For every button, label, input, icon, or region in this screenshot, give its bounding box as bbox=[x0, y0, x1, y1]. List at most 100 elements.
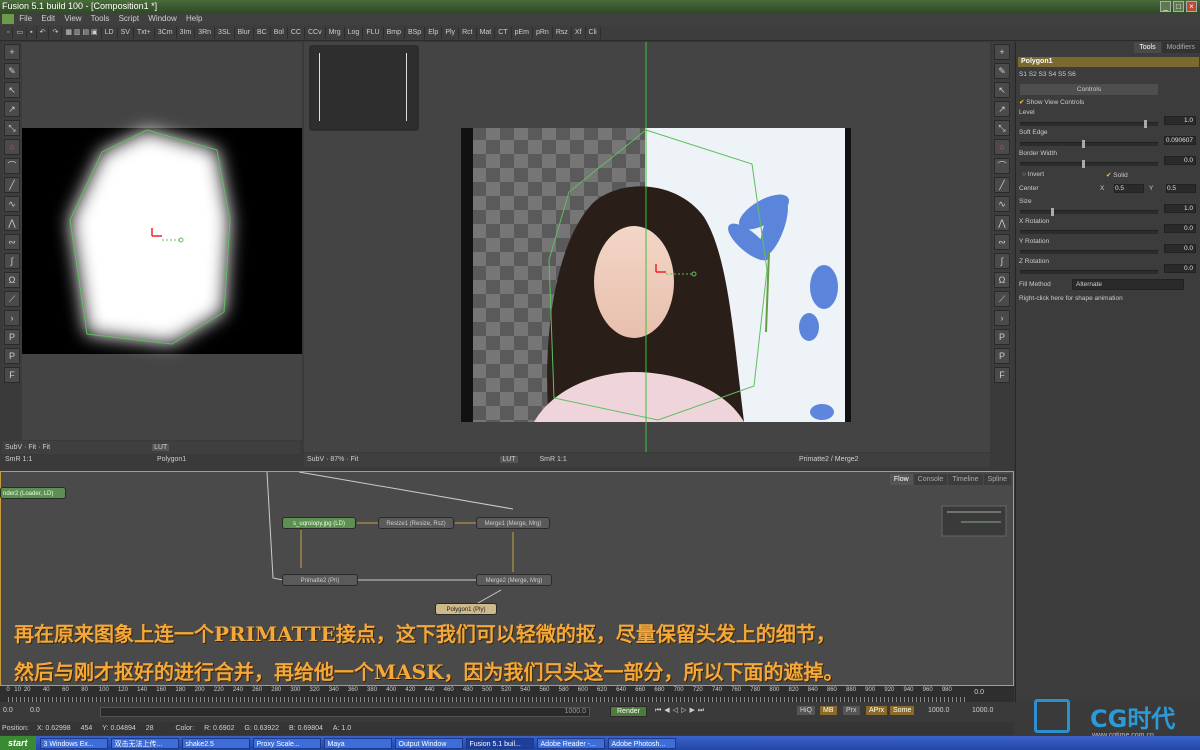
current-time[interactable]: 0.0 bbox=[30, 707, 40, 714]
menu-help[interactable]: Help bbox=[186, 14, 202, 23]
curve-icon[interactable]: ⌒ bbox=[4, 158, 20, 174]
zigzag-icon[interactable]: ⋀ bbox=[4, 215, 20, 231]
controls-tab[interactable]: Controls bbox=[1020, 84, 1158, 95]
tool-name-header[interactable]: Polygon1 bbox=[1018, 57, 1199, 67]
hiq-button[interactable]: HiQ bbox=[797, 706, 816, 715]
prx-button[interactable]: Prx bbox=[843, 706, 860, 715]
close-button[interactable]: × bbox=[1186, 1, 1197, 12]
taskbar-item[interactable]: Maya bbox=[323, 737, 392, 749]
toolbar-button-3im[interactable]: 3Im bbox=[177, 26, 196, 39]
knife-icon[interactable]: ⟋ bbox=[4, 291, 20, 307]
layout-icon[interactable]: ▦ ▥ ▤ ▣ bbox=[62, 26, 102, 39]
frame-ruler[interactable]: 0 10 20 40 60 80 100 120 140 160 180 200 220 240 260 28… bbox=[6, 686, 966, 702]
start-time[interactable]: 0.0 bbox=[3, 707, 13, 714]
toolbar-button-3sl[interactable]: 3SL bbox=[215, 26, 235, 39]
tab-tools[interactable]: Tools bbox=[1134, 42, 1161, 53]
bezier-icon[interactable]: ∫ bbox=[4, 253, 20, 269]
line-icon[interactable]: ╱ bbox=[4, 177, 20, 193]
toolbar-button-txt[interactable]: Txt+ bbox=[134, 26, 155, 39]
redo-icon[interactable]: ↷ bbox=[49, 26, 63, 39]
menu-tools[interactable]: Tools bbox=[91, 14, 110, 23]
flow-node-resize1[interactable]: Resize1 (Resize, Rsz) bbox=[378, 517, 454, 529]
open-icon[interactable]: ▭ bbox=[13, 26, 28, 39]
toolbar-button-flu[interactable]: FLU bbox=[363, 26, 384, 39]
p-icon[interactable]: P bbox=[4, 329, 20, 345]
flow-node-primatte2[interactable]: Primatte2 (Pri) bbox=[282, 574, 358, 586]
soft-edge-value[interactable]: 0.090607 bbox=[1164, 136, 1196, 145]
z-rotation-value[interactable]: 0.0 bbox=[1164, 264, 1196, 273]
wave-icon[interactable]: ∿ bbox=[994, 196, 1010, 212]
taskbar-item[interactable]: 双击无法上传... bbox=[110, 737, 179, 749]
timeline-ruler[interactable]: 0 10 20 40 60 80 100 120 140 160 180 200 220 240 260 28… bbox=[0, 686, 1014, 702]
time-scrubber[interactable]: 1000.0 bbox=[100, 707, 590, 717]
toolbar-button-prn[interactable]: pRn bbox=[533, 26, 553, 39]
level-slider[interactable] bbox=[1020, 120, 1158, 128]
toolbar-button-ccv[interactable]: CCv bbox=[305, 26, 326, 39]
start-button[interactable]: start bbox=[0, 736, 36, 750]
toolbar-button-ct[interactable]: CT bbox=[495, 26, 512, 39]
spline-icon[interactable]: ∾ bbox=[994, 234, 1010, 250]
toolbar-button-cli[interactable]: Cli bbox=[586, 26, 601, 39]
maximize-button[interactable]: □ bbox=[1173, 1, 1184, 12]
left-smr-toggle[interactable]: SmR 1:1 bbox=[5, 456, 32, 463]
flow-node-merge2[interactable]: Merge2 (Merge, Mrg) bbox=[476, 574, 552, 586]
left-view-options[interactable]: SubV · Fit · Fit bbox=[5, 444, 50, 451]
toolbar-button-ply[interactable]: Ply bbox=[442, 26, 460, 39]
toolbar-button-elp[interactable]: Elp bbox=[425, 26, 443, 39]
f-icon[interactable]: F bbox=[994, 367, 1010, 383]
magnet-icon[interactable]: Ω bbox=[4, 272, 20, 288]
bezier-icon[interactable]: ∫ bbox=[994, 253, 1010, 269]
chevron-icon[interactable]: › bbox=[4, 310, 20, 326]
p2-icon[interactable]: P bbox=[4, 348, 20, 364]
toolbar-button-bol[interactable]: Bol bbox=[271, 26, 288, 39]
flow-node-polygon1[interactable]: Polygon1 (Ply) bbox=[435, 603, 497, 615]
toolbar-button-blur[interactable]: Blur bbox=[235, 26, 254, 39]
undo-icon[interactable]: ↶ bbox=[37, 26, 50, 39]
left-viewer[interactable] bbox=[22, 42, 302, 440]
y-rotation-slider[interactable] bbox=[1020, 250, 1158, 254]
zigzag-icon[interactable]: ⋀ bbox=[994, 215, 1010, 231]
menu-file[interactable]: File bbox=[19, 14, 32, 23]
play-controls-icon[interactable]: ⏮◀◁▷▶⏭ bbox=[655, 706, 707, 715]
toolbar-button-pem[interactable]: pEm bbox=[512, 26, 533, 39]
circle-icon[interactable]: ○ bbox=[4, 139, 20, 155]
toolbar-button-sv[interactable]: SV bbox=[118, 26, 134, 39]
soft-edge-slider[interactable] bbox=[1020, 140, 1158, 148]
z-rotation-slider[interactable] bbox=[1020, 270, 1158, 274]
minimize-button[interactable]: _ bbox=[1160, 1, 1171, 12]
select-arrow-icon[interactable]: ↖ bbox=[4, 82, 20, 98]
wave-icon[interactable]: ∿ bbox=[4, 196, 20, 212]
knife-icon[interactable]: ⟋ bbox=[994, 291, 1010, 307]
toolbar-button-3cm[interactable]: 3Cm bbox=[155, 26, 177, 39]
center-y-value[interactable]: 0.5 bbox=[1166, 184, 1196, 193]
pen-icon[interactable]: ✎ bbox=[4, 63, 20, 79]
flow-editor[interactable]: Flow Console Timeline Spline nder2 (Load… bbox=[0, 471, 1014, 686]
toolbar-button-ld[interactable]: LD bbox=[102, 26, 118, 39]
taskbar-item[interactable]: 3 Windows Ex... bbox=[39, 737, 108, 749]
render-end-1[interactable]: 1000.0 bbox=[928, 707, 949, 714]
p2-icon[interactable]: P bbox=[994, 348, 1010, 364]
point-arrow-icon[interactable]: ↗ bbox=[994, 101, 1010, 117]
taskbar-item[interactable]: shake2.5 bbox=[181, 737, 250, 749]
toolbar-button-bc[interactable]: BC bbox=[254, 26, 271, 39]
fill-method-select[interactable]: Alternate bbox=[1072, 279, 1184, 290]
right-view-options[interactable]: SubV · 87% · Fit bbox=[307, 456, 358, 463]
center-x-value[interactable]: 0.5 bbox=[1114, 184, 1144, 193]
render-end-2[interactable]: 1000.0 bbox=[972, 707, 993, 714]
menu-view[interactable]: View bbox=[64, 14, 81, 23]
right-viewer[interactable] bbox=[304, 42, 990, 452]
taskbar-item[interactable]: Adobe Photosh... bbox=[607, 737, 676, 749]
taskbar-item[interactable]: Fusion 5.1 buil... bbox=[465, 737, 534, 749]
p-icon[interactable]: P bbox=[994, 329, 1010, 345]
level-value[interactable]: 1.0 bbox=[1164, 116, 1196, 125]
toolbar-button-bsp[interactable]: BSp bbox=[405, 26, 426, 39]
transform-icon[interactable]: ⤡ bbox=[4, 120, 20, 136]
flow-node-loader1[interactable]: s_uqroiopy.jpg (LD) bbox=[282, 517, 356, 529]
magnet-icon[interactable]: Ω bbox=[994, 272, 1010, 288]
shape-subtabs[interactable]: S1 S2 S3 S4 S5 S6 bbox=[1019, 71, 1076, 78]
border-width-slider[interactable] bbox=[1020, 160, 1158, 168]
toolbar-button-rsz[interactable]: Rsz bbox=[553, 26, 572, 39]
add-icon[interactable]: + bbox=[994, 44, 1010, 60]
left-lut-button[interactable]: LUT bbox=[152, 444, 170, 451]
aprx-button[interactable]: APrx bbox=[866, 706, 888, 715]
